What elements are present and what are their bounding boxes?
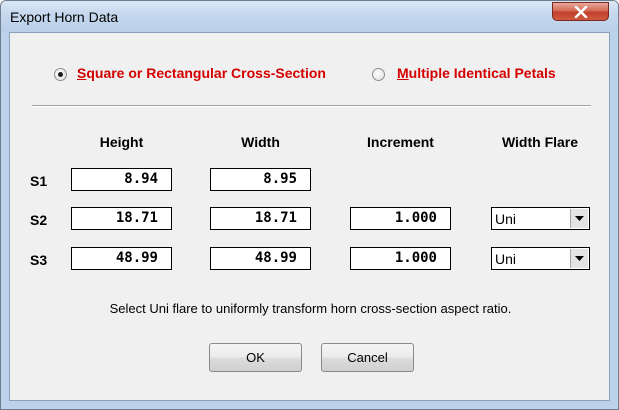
square-section-text: quare or Rectangular Cross-Section [86,65,326,81]
s2-increment-field[interactable]: 1.000 [350,207,451,230]
s2-flare-dropdown-button[interactable] [570,209,588,228]
divider [32,105,591,107]
s1-height-field[interactable]: 8.94 [71,168,172,191]
window-title: Export Horn Data [10,9,119,25]
hint-text: Select Uni flare to uniformly transform … [109,301,512,316]
dialog-body: Square or Rectangular Cross-Section Mult… [9,32,610,401]
cancel-button[interactable]: Cancel [321,343,414,372]
petals-label[interactable]: Multiple Identical Petals [397,65,556,81]
petals-accel: M [397,65,409,81]
s3-increment-field[interactable]: 1.000 [350,247,451,270]
s3-width-flare-select[interactable]: Uni [491,247,590,270]
petals-text: ultiple Identical Petals [408,65,556,81]
chevron-down-icon [575,216,584,221]
row-label-s1: S1 [30,173,48,189]
header-height: Height [99,134,144,150]
title-bar[interactable]: Export Horn Data [1,1,618,31]
s3-height-field[interactable]: 48.99 [71,247,172,270]
s3-flare-value: Uni [495,251,517,267]
row-label-s3: S3 [30,252,48,268]
chevron-down-icon [575,256,584,261]
header-width: Width [241,134,280,150]
square-section-label[interactable]: Square or Rectangular Cross-Section [77,65,326,81]
s2-height-field[interactable]: 18.71 [71,207,172,230]
square-section-accel: S [77,65,87,81]
close-button[interactable] [552,2,609,21]
s3-flare-dropdown-button[interactable] [570,249,588,268]
ok-button[interactable]: OK [209,343,302,372]
dialog-window: Export Horn Data Square or Rectangular C… [0,0,619,410]
square-section-radio[interactable] [54,68,67,81]
s2-width-flare-select[interactable]: Uni [491,207,590,230]
s3-width-field[interactable]: 48.99 [210,247,311,270]
row-label-s2: S2 [30,212,48,228]
header-width-flare: Width Flare [501,134,579,150]
close-icon [574,6,588,18]
s2-width-field[interactable]: 18.71 [210,207,311,230]
radio-selected-dot [58,72,63,77]
s1-width-field[interactable]: 8.95 [210,168,311,191]
petals-radio[interactable] [372,68,385,81]
s2-flare-value: Uni [495,211,517,227]
header-increment: Increment [367,134,434,150]
